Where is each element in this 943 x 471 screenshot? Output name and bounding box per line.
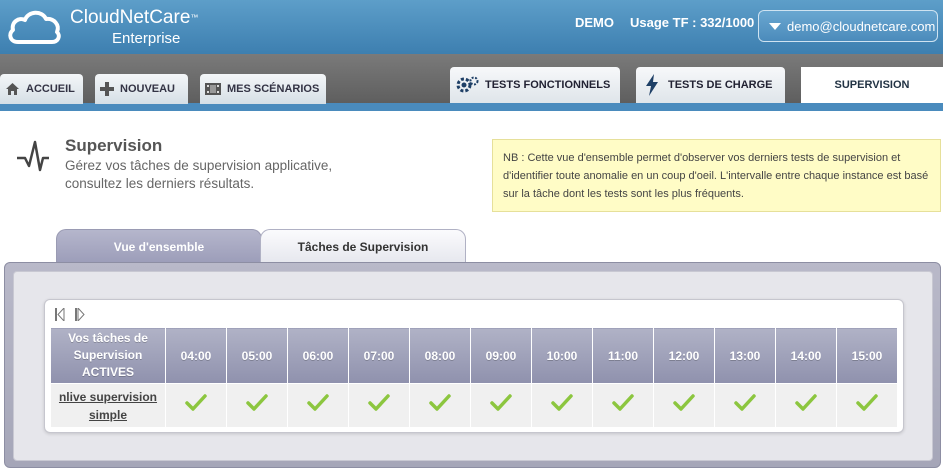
app-header: CloudNetCare™ Enterprise DEMO Usage TF :…	[0, 0, 943, 54]
tab-tests-de-charge[interactable]: TESTS DE CHARGE	[636, 67, 785, 103]
page-title: Supervision	[65, 136, 163, 155]
checkmark-icon	[795, 394, 817, 411]
account-name: DEMO	[575, 15, 614, 30]
header-tasks: Vos tâches de Supervision ACTIVES	[50, 327, 166, 384]
header-time: 11:00	[592, 327, 654, 384]
plus-icon	[100, 82, 114, 96]
gears-icon	[455, 75, 479, 95]
checkmark-icon	[551, 394, 573, 411]
user-menu-button[interactable]: demo@cloudnetcare.com	[758, 10, 938, 42]
status-cell[interactable]	[775, 383, 837, 428]
table-header-row: Vos tâches de Supervision ACTIVES 04:00 0…	[50, 327, 898, 384]
brand-subtitle: Enterprise	[112, 30, 181, 47]
checkmark-icon	[673, 394, 695, 411]
cloud-logo-icon	[8, 10, 61, 44]
arrow-left-icon[interactable]	[55, 308, 65, 321]
page-description: Gérez vos tâches de supervision applicat…	[65, 158, 333, 191]
header-time: 15:00	[836, 327, 898, 384]
home-icon	[5, 82, 20, 96]
status-cell[interactable]	[714, 383, 776, 428]
header-time: 04:00	[165, 327, 227, 384]
tab-supervision[interactable]: SUPERVISION	[801, 67, 943, 103]
usage-counter: Usage TF : 332/1000	[630, 15, 755, 30]
status-cell[interactable]	[836, 383, 898, 428]
tab-mes-scenarios[interactable]: MES SCÉNARIOS	[200, 74, 326, 104]
checkmark-icon	[429, 394, 451, 411]
task-name-link[interactable]: nlive supervision simple	[50, 383, 166, 428]
header-time: 08:00	[409, 327, 471, 384]
header-time: 05:00	[226, 327, 288, 384]
lightning-icon	[644, 74, 660, 96]
arrow-right-icon[interactable]	[75, 308, 85, 321]
header-time: 14:00	[775, 327, 837, 384]
status-cell[interactable]	[592, 383, 654, 428]
status-cell[interactable]	[287, 383, 349, 428]
tab-tests-fonctionnels[interactable]: TESTS FONCTIONNELS	[450, 67, 620, 103]
tab-vue-ensemble[interactable]: Vue d'ensemble	[56, 229, 262, 263]
checkmark-icon	[490, 394, 512, 411]
task-name: nlive supervision simple	[58, 389, 158, 422]
pulse-icon	[17, 140, 49, 172]
header-time: 10:00	[531, 327, 593, 384]
checkmark-icon	[307, 394, 329, 411]
schedule-table: Vos tâches de Supervision ACTIVES 04:00 0…	[50, 327, 898, 428]
status-cell[interactable]	[409, 383, 471, 428]
pager	[55, 308, 85, 321]
schedule-card: Vos tâches de Supervision ACTIVES 04:00 0…	[44, 299, 904, 433]
status-cell[interactable]	[531, 383, 593, 428]
header-time: 07:00	[348, 327, 410, 384]
header-time: 13:00	[714, 327, 776, 384]
info-note: NB : Cette vue d'ensemble permet d'obser…	[492, 139, 941, 212]
checkmark-icon	[185, 394, 207, 411]
brand-name: CloudNetCare™	[70, 7, 199, 28]
header-time: 12:00	[653, 327, 715, 384]
film-icon	[205, 82, 221, 96]
checkmark-icon	[368, 394, 390, 411]
checkmark-icon	[734, 394, 756, 411]
user-email: demo@cloudnetcare.com	[787, 18, 936, 34]
chevron-down-icon	[769, 22, 781, 30]
checkmark-icon	[246, 394, 268, 411]
status-cell[interactable]	[165, 383, 227, 428]
overview-inner: Vos tâches de Supervision ACTIVES 04:00 0…	[13, 271, 933, 461]
header-time: 06:00	[287, 327, 349, 384]
tab-accueil[interactable]: ACCUEIL	[0, 74, 83, 104]
status-cell[interactable]	[653, 383, 715, 428]
checkmark-icon	[612, 394, 634, 411]
overview-panel: Vos tâches de Supervision ACTIVES 04:00 0…	[4, 262, 941, 468]
header-time: 09:00	[470, 327, 532, 384]
status-cell[interactable]	[226, 383, 288, 428]
nav-underline	[0, 103, 943, 111]
tab-nouveau[interactable]: NOUVEAU	[95, 74, 188, 104]
status-cell[interactable]	[470, 383, 532, 428]
checkmark-icon	[856, 394, 878, 411]
status-cell[interactable]	[348, 383, 410, 428]
table-row: nlive supervision simple	[50, 383, 898, 428]
tab-taches-supervision[interactable]: Tâches de Supervision	[260, 229, 466, 263]
